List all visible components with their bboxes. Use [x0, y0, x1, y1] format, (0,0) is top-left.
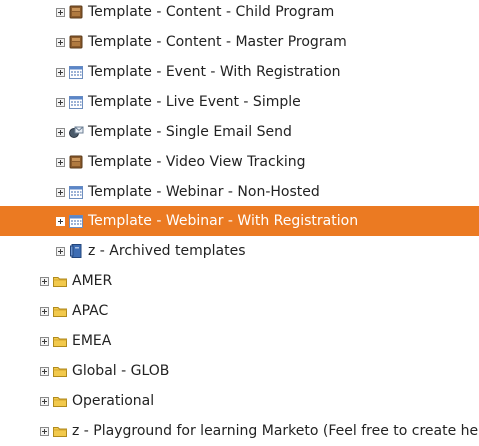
- tree-item-label: Template - Single Email Send: [88, 124, 292, 140]
- event-calendar-icon: [68, 213, 84, 229]
- expand-icon[interactable]: [40, 426, 49, 436]
- tree-item-live-event-simple[interactable]: Template - Live Event - Simple: [0, 87, 479, 117]
- folder-icon: [52, 303, 68, 319]
- tree-item-archived-templates[interactable]: z - Archived templates: [0, 236, 479, 266]
- tree-item-label: Global - GLOB: [72, 363, 170, 379]
- tree-item-apac[interactable]: APAC: [0, 296, 479, 326]
- folder-icon: [52, 333, 68, 349]
- tree-item-label: Template - Event - With Registration: [88, 64, 341, 80]
- expand-icon[interactable]: [56, 157, 65, 167]
- tree-item-label: Template - Webinar - With Registration: [88, 213, 359, 229]
- folder-icon: [52, 423, 68, 439]
- expand-icon[interactable]: [56, 216, 65, 226]
- folder-icon: [52, 273, 68, 289]
- program-icon: [68, 4, 84, 20]
- tree-item-global-glob[interactable]: Global - GLOB: [0, 356, 479, 386]
- folder-icon: [52, 363, 68, 379]
- tree-item-label: AMER: [72, 273, 113, 289]
- tree-item-label: EMEA: [72, 333, 112, 349]
- tree-item-label: z - Archived templates: [88, 243, 246, 259]
- tree-item-label: Template - Content - Child Program: [88, 4, 335, 20]
- tree-item-webinar-with-registration[interactable]: Template - Webinar - With Registration: [0, 206, 479, 236]
- tree-item-label: Template - Live Event - Simple: [88, 94, 301, 110]
- expand-icon[interactable]: [56, 7, 65, 17]
- event-calendar-icon: [68, 94, 84, 110]
- tree-item-event-with-registration[interactable]: Template - Event - With Registration: [0, 57, 479, 87]
- expand-icon[interactable]: [40, 396, 49, 406]
- program-icon: [68, 34, 84, 50]
- expand-icon[interactable]: [40, 306, 49, 316]
- tree-item-amer[interactable]: AMER: [0, 266, 479, 296]
- archive-folder-icon: [68, 243, 84, 259]
- tree-item-label: z - Playground for learning Marketo (Fee…: [72, 423, 479, 439]
- tree-item-content-child-program[interactable]: Template - Content - Child Program: [0, 0, 479, 27]
- event-calendar-icon: [68, 64, 84, 80]
- tree-item-operational[interactable]: Operational: [0, 386, 479, 416]
- tree-item-content-master-program[interactable]: Template - Content - Master Program: [0, 27, 479, 57]
- tree-item-emea[interactable]: EMEA: [0, 326, 479, 356]
- expand-icon[interactable]: [56, 127, 65, 137]
- email-program-icon: [68, 124, 84, 140]
- expand-icon[interactable]: [56, 67, 65, 77]
- tree-item-label: Template - Content - Master Program: [88, 34, 347, 50]
- tree-item-webinar-non-hosted[interactable]: Template - Webinar - Non-Hosted: [0, 177, 479, 207]
- expand-icon[interactable]: [40, 276, 49, 286]
- program-icon: [68, 154, 84, 170]
- expand-icon[interactable]: [40, 336, 49, 346]
- expand-icon[interactable]: [40, 366, 49, 376]
- tree-item-single-email-send[interactable]: Template - Single Email Send: [0, 117, 479, 147]
- tree-item-video-view-tracking[interactable]: Template - Video View Tracking: [0, 147, 479, 177]
- expand-icon[interactable]: [56, 97, 65, 107]
- folder-icon: [52, 393, 68, 409]
- tree-item-playground[interactable]: z - Playground for learning Marketo (Fee…: [0, 416, 479, 446]
- expand-icon[interactable]: [56, 187, 65, 197]
- tree-item-label: Template - Webinar - Non-Hosted: [88, 184, 320, 200]
- tree-item-label: Template - Video View Tracking: [88, 154, 306, 170]
- expand-icon[interactable]: [56, 246, 65, 256]
- tree-item-label: Operational: [72, 393, 155, 409]
- event-calendar-icon: [68, 184, 84, 200]
- expand-icon[interactable]: [56, 37, 65, 47]
- tree-item-label: APAC: [72, 303, 109, 319]
